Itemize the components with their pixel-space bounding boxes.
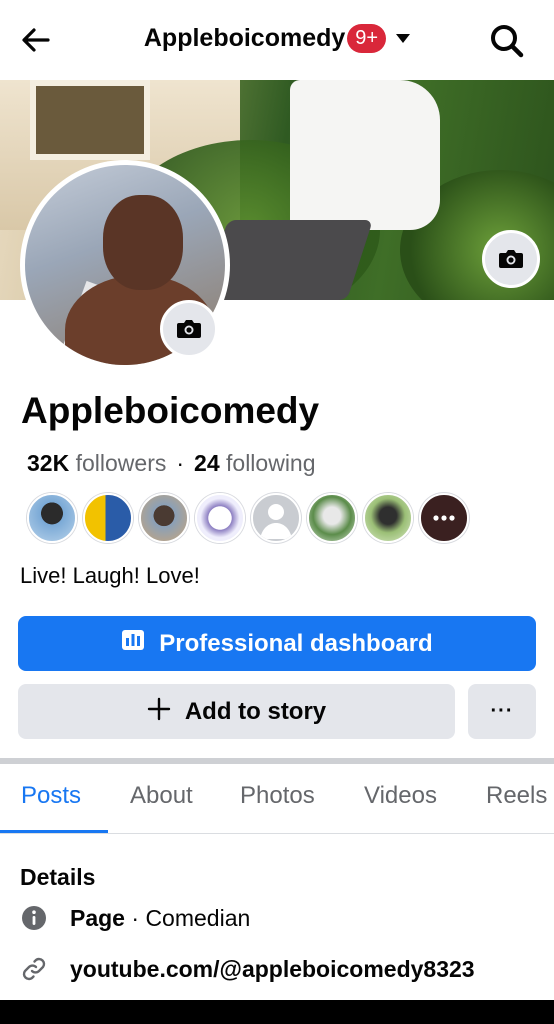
followers-label: followers	[75, 450, 167, 476]
profile-bio: Live! Laugh! Love!	[20, 563, 200, 588]
professional-dashboard-button[interactable]: Professional dashboard	[18, 616, 536, 671]
professional-dashboard-label: Professional dashboard	[159, 629, 433, 657]
profile-picture[interactable]	[20, 160, 230, 370]
active-tab-indicator	[0, 830, 108, 833]
following-link[interactable]: 24 following	[194, 450, 315, 476]
link-icon	[20, 955, 48, 983]
search-icon[interactable]	[488, 22, 526, 60]
follower-avatar[interactable]	[307, 493, 357, 543]
tab-about[interactable]: About	[130, 782, 193, 810]
top-bar: Appleboicomedy 9+	[0, 0, 554, 80]
profile-tabs: Posts About Photos Videos Reels	[0, 764, 554, 834]
follower-avatar[interactable]	[195, 493, 245, 543]
add-to-story-button[interactable]: Add to story	[18, 684, 455, 739]
follower-avatar[interactable]	[83, 493, 133, 543]
follower-avatar[interactable]	[27, 493, 77, 543]
edit-cover-camera-icon[interactable]	[482, 230, 540, 288]
page-label: Page	[70, 904, 125, 931]
profile-name: Appleboicomedy	[21, 390, 320, 431]
page-title: Appleboicomedy	[143, 24, 346, 52]
website-link[interactable]: youtube.com/@appleboicomedy8323	[70, 956, 475, 983]
page-separator: ·	[124, 904, 146, 931]
website-row[interactable]: youtube.com/@appleboicomedy8323	[20, 955, 475, 983]
more-options-button[interactable]: ···	[468, 684, 536, 739]
follower-avatar[interactable]	[363, 493, 413, 543]
page-switcher[interactable]: Appleboicomedy 9+	[0, 24, 554, 53]
dashboard-icon	[121, 629, 145, 658]
follower-avatars	[27, 493, 469, 543]
tab-photos[interactable]: Photos	[240, 782, 315, 810]
add-to-story-label: Add to story	[184, 697, 327, 725]
following-label: following	[226, 450, 316, 476]
follow-stats: 32K followers · 24 following	[27, 450, 316, 477]
notification-badge: 9+	[347, 24, 387, 53]
plus-icon	[147, 697, 171, 727]
tab-reels[interactable]: Reels	[486, 782, 547, 810]
following-count: 24	[194, 450, 220, 476]
page-category: Comedian	[145, 904, 251, 931]
tab-videos[interactable]: Videos	[364, 782, 437, 810]
follower-avatar-placeholder[interactable]	[251, 493, 301, 543]
info-icon	[20, 904, 48, 932]
page-category-row: Page · Comedian	[20, 904, 250, 932]
system-navigation-bar	[0, 1000, 554, 1024]
follower-avatar[interactable]	[139, 493, 189, 543]
tab-posts[interactable]: Posts	[21, 782, 81, 810]
followers-count: 32K	[27, 450, 70, 476]
stats-separator: ·	[176, 450, 185, 476]
chevron-down-icon	[396, 34, 411, 43]
edit-profile-picture-camera-icon[interactable]	[160, 300, 218, 358]
more-followers-icon[interactable]	[419, 493, 469, 543]
more-options-icon: ···	[490, 700, 514, 722]
details-heading: Details	[20, 864, 96, 890]
followers-link[interactable]: 32K followers	[27, 450, 166, 476]
